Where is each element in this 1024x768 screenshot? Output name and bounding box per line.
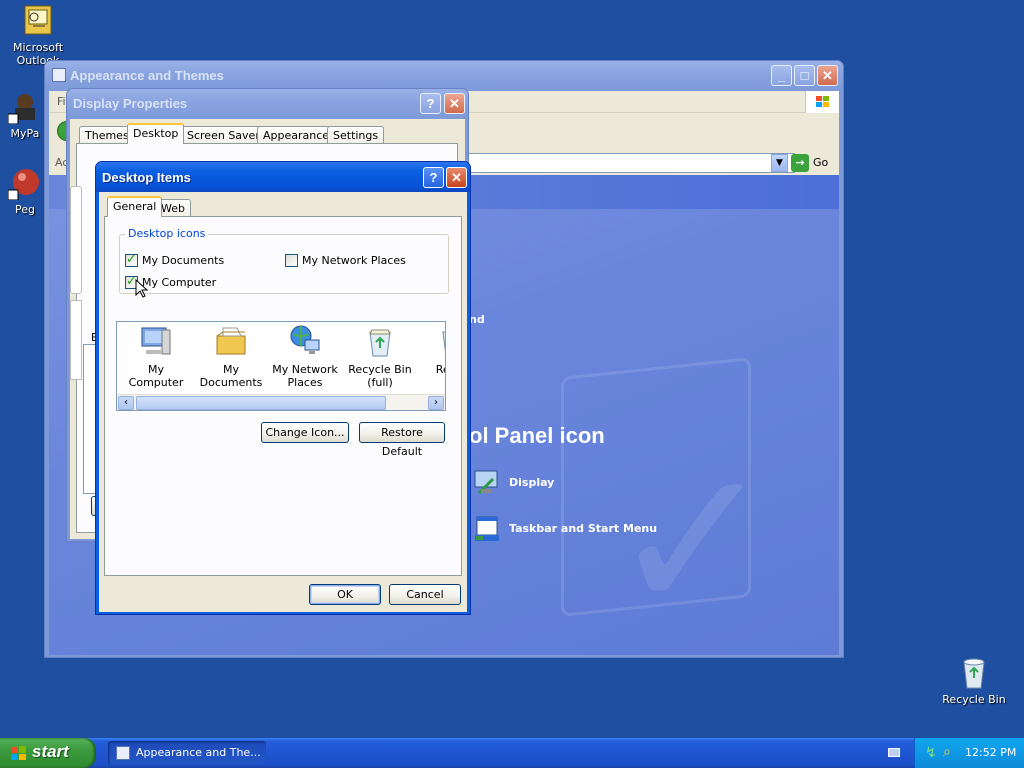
icon-label: Rec (e (435, 363, 445, 376)
icon-item[interactable]: Recycle Bin (full) (347, 324, 413, 389)
go-label: Go (813, 156, 829, 169)
icon-label: Recycle Bin (full) (348, 363, 412, 389)
checkbox-label: My Computer (142, 276, 217, 289)
desktop-icon-label: Recycle Bin (942, 693, 1006, 706)
start-label: start (32, 742, 69, 761)
tab-desktop[interactable]: Desktop (127, 123, 185, 144)
help-button[interactable]: ? (420, 93, 441, 114)
close-button[interactable]: ✕ (817, 65, 838, 86)
icon-item[interactable]: My Documents (193, 324, 269, 389)
taskbar-button-appearance[interactable]: Appearance and The... (108, 741, 266, 765)
taskbar-icon (471, 513, 503, 548)
display-icon (471, 467, 503, 502)
checkbox-label: My Network Places (302, 254, 406, 267)
network-places-icon (287, 325, 323, 363)
system-tray: ↯ ⌕ 12:52 PM (914, 738, 1024, 768)
checkbox-box[interactable] (285, 254, 298, 267)
keyboard-icon[interactable] (888, 748, 900, 757)
change-icon-button[interactable]: Change Icon... (261, 422, 349, 443)
network-icon[interactable]: ↯ (925, 745, 937, 761)
peg-icon (7, 166, 42, 201)
checkbox-label: My Documents (142, 254, 225, 267)
task-label: Appearance and The... (136, 746, 261, 759)
task-label: Display (509, 476, 555, 489)
task-taskbar-start-menu[interactable]: Taskbar and Start Menu (471, 513, 711, 549)
desktop-items-client: General Web Desktop icons My Documents M… (99, 192, 467, 612)
control-panel-icon (52, 68, 66, 82)
start-button[interactable]: start (0, 738, 96, 768)
recycle-bin-icon (957, 656, 991, 690)
recycle-bin-full-icon (362, 329, 398, 363)
my-computer-icon (138, 327, 174, 363)
desktop-icon-outlook[interactable]: Microsoft Outlook (0, 4, 76, 67)
general-tab-panel: Desktop icons My Documents My Network Pl… (104, 216, 462, 576)
icon-label: My Documents (199, 363, 263, 389)
desktop-items-dialog: Desktop Items ? ✕ General Web Desktop ic… (95, 161, 471, 615)
ok-button[interactable]: OK (309, 584, 381, 605)
maximize-button[interactable]: □ (794, 65, 815, 86)
checkbox-my-network-places[interactable]: My Network Places (285, 254, 435, 270)
task-label: Taskbar and Start Menu (509, 522, 658, 535)
close-button[interactable]: ✕ (446, 167, 467, 188)
window-title: Desktop Items (102, 170, 191, 185)
my-documents-icon (213, 327, 249, 363)
pick-icon-heading: ol Panel icon (469, 423, 605, 448)
icon-label: My Network Places (272, 363, 338, 389)
checkbox-my-documents[interactable]: My Documents (125, 252, 265, 270)
close-button[interactable]: ✕ (444, 93, 465, 114)
checkbox-box[interactable] (125, 252, 138, 267)
help-button[interactable]: ? (423, 167, 444, 188)
tab-screen-saver[interactable]: Screen Saver (181, 126, 266, 144)
minimize-button[interactable]: _ (771, 65, 792, 86)
windows-logo-icon (10, 745, 28, 764)
tab-general[interactable]: General (107, 196, 163, 217)
recycle-bin-empty-icon (435, 331, 445, 363)
scroll-thumb[interactable] (136, 396, 386, 410)
tab-appearance[interactable]: Appearance (257, 126, 336, 144)
desktop-icon-recycle-bin[interactable]: Recycle Bin (936, 656, 1012, 706)
icon-list-view[interactable]: My Computer My Documents My Network Plac… (116, 321, 446, 411)
mypa-icon (7, 90, 42, 125)
taskbar: start Appearance and The... ↯ ⌕ 12:52 PM (0, 738, 1024, 768)
outlook-icon (21, 4, 55, 38)
window-title: Appearance and Themes (70, 68, 224, 83)
clock[interactable]: 12:52 PM (965, 746, 1016, 759)
icon-item[interactable]: My Computer (121, 324, 191, 389)
preview-lower-frame (70, 300, 82, 380)
scroll-left-button[interactable]: ‹ (118, 396, 134, 410)
address-dropdown-button[interactable]: ▼ (771, 154, 788, 172)
side-text-partial: nd (469, 313, 485, 326)
scroll-right-button[interactable]: › (428, 396, 444, 410)
restore-default-button[interactable]: Restore Default (359, 422, 445, 458)
menu-file[interactable]: Fi (57, 95, 66, 108)
go-button[interactable]: → Go (791, 153, 835, 173)
control-panel-icon (116, 746, 130, 760)
search-icon[interactable]: ⌕ (943, 744, 951, 760)
display-properties-titlebar[interactable]: Display Properties ? ✕ (67, 89, 468, 119)
monitor-preview (70, 186, 82, 294)
window-title: Display Properties (73, 96, 188, 111)
icon-item[interactable]: My Network Places (271, 324, 339, 389)
cancel-button[interactable]: Cancel (389, 584, 461, 605)
go-arrow-icon: → (791, 154, 809, 172)
windows-flag-icon (805, 91, 839, 113)
mouse-cursor-icon (135, 278, 149, 302)
appearance-themes-titlebar[interactable]: Appearance and Themes _ □ ✕ (45, 61, 843, 91)
desktop-items-titlebar[interactable]: Desktop Items ? ✕ (96, 162, 470, 192)
tab-settings[interactable]: Settings (327, 126, 385, 144)
group-label: Desktop icons (125, 227, 209, 240)
horizontal-scrollbar[interactable]: ‹ › (117, 394, 445, 410)
icon-label: My Computer (128, 363, 184, 389)
icon-item[interactable]: Rec (e (423, 324, 445, 376)
task-display[interactable]: Display (471, 467, 671, 503)
